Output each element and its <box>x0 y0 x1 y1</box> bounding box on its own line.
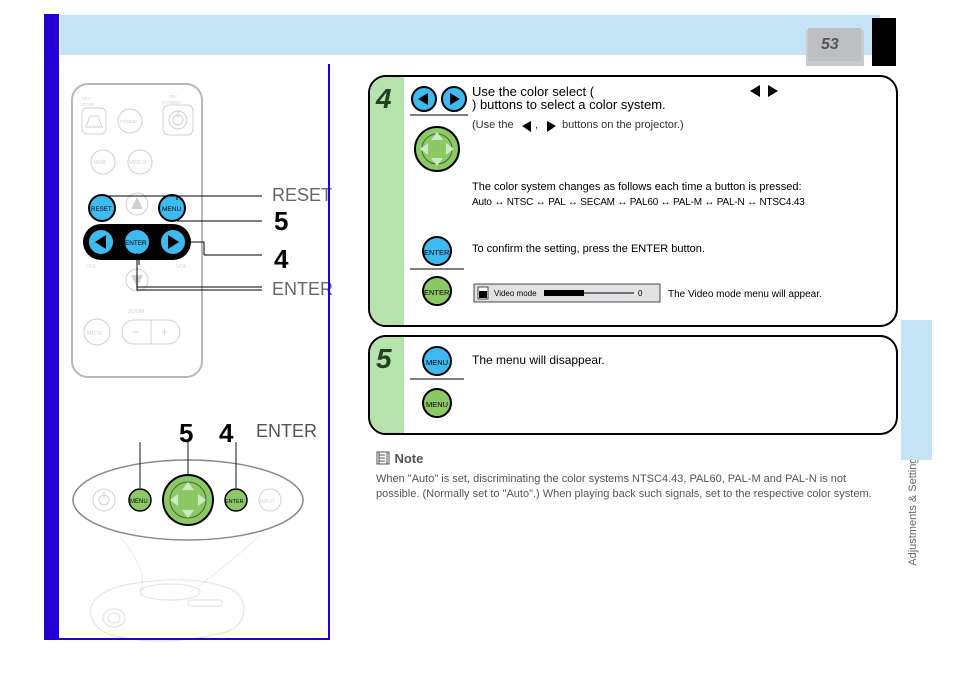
svg-text:−: − <box>132 325 139 339</box>
bottom-horizontal-rule <box>44 638 330 640</box>
panel-enter-button: ENTER <box>225 489 247 511</box>
svg-text:RGB: RGB <box>94 160 106 166</box>
svg-text:STANDBY: STANDBY <box>162 100 182 105</box>
remote-left-button <box>88 229 114 255</box>
svg-text:INPUT: INPUT <box>260 499 275 505</box>
svg-text:ENTER: ENTER <box>424 288 450 297</box>
svg-text:MENU: MENU <box>162 206 181 213</box>
step-5-box: 5 MENU MENU The menu will disappear. <box>368 335 898 435</box>
side-tab-label: Adjustments & Settings <box>907 452 919 566</box>
step4-enter-body: To confirm the setting, press the ENTER … <box>472 243 705 255</box>
vertical-separator <box>328 64 330 638</box>
step4-device-line2: , <box>535 119 538 131</box>
page-number: 53 <box>821 36 839 54</box>
svg-text:FREEZE: FREEZE <box>120 119 137 124</box>
svg-text:ENTER: ENTER <box>424 248 450 257</box>
step4-headline-part2b: ) buttons to select a color system. <box>472 97 666 112</box>
step-4-box: 4 ENTER ENTER <box>368 75 898 327</box>
side-tab-bg <box>901 320 932 460</box>
panel-illustration: MENU ENTER INPUT <box>70 442 320 662</box>
step4-device-line3: buttons on the projector.) <box>562 119 684 131</box>
svg-text:STONE: STONE <box>80 102 95 107</box>
step4-device-line1: (Use the <box>472 119 514 131</box>
note-block: Note When "Auto" is set, discriminating … <box>376 450 886 503</box>
remote-callout-enter: ENTER <box>272 279 333 300</box>
step4-slider-note: The Video mode menu will appear. <box>668 289 822 300</box>
remote-right-button <box>160 229 186 255</box>
remote-enter-button: ENTER <box>124 229 150 255</box>
svg-text:+: + <box>161 325 168 339</box>
svg-text:MENU: MENU <box>426 400 448 409</box>
svg-text:KEY: KEY <box>82 96 91 101</box>
left-margin-bar <box>44 14 59 639</box>
note-heading: Note <box>394 451 423 466</box>
svg-text:VIDEO: VIDEO <box>129 160 147 166</box>
svg-text:ZOOM: ZOOM <box>128 309 145 315</box>
svg-text:RESET: RESET <box>91 206 112 213</box>
panel-callout-enter: ENTER <box>256 421 317 442</box>
svg-text:ENTER: ENTER <box>225 499 244 505</box>
note-text: When "Auto" is set, discriminating the c… <box>376 472 886 503</box>
panel-menu-button: MENU <box>129 489 151 511</box>
remote-callout-reset: RESET <box>272 185 332 206</box>
panel-select-dial <box>163 475 213 525</box>
svg-text:MUTE: MUTE <box>87 331 103 337</box>
remote-menu-button: MENU <box>159 195 185 221</box>
step4-body1: The color system changes as follows each… <box>472 181 802 193</box>
svg-text:MENU: MENU <box>130 499 148 505</box>
svg-text:VOL: VOL <box>176 264 187 270</box>
step4-body2: Auto ↔ NTSC ↔ PAL ↔ SECAM ↔ PAL60 ↔ PAL-… <box>472 197 805 208</box>
header-background <box>60 15 880 55</box>
svg-text:0: 0 <box>638 289 643 298</box>
step4-osd-vm: Video mode <box>494 289 537 298</box>
remote-reset-button: RESET <box>89 195 115 221</box>
svg-text:MENU: MENU <box>426 358 448 367</box>
remote-callout-4: 4 <box>274 244 288 275</box>
svg-text:ENTER: ENTER <box>125 240 147 247</box>
note-icon <box>376 451 390 465</box>
page-edge-mark <box>872 18 896 66</box>
svg-text:VOL: VOL <box>86 264 97 270</box>
svg-text:ON/: ON/ <box>169 94 177 99</box>
step5-body: The menu will disappear. <box>472 353 605 367</box>
remote-callout-5: 5 <box>274 206 288 237</box>
